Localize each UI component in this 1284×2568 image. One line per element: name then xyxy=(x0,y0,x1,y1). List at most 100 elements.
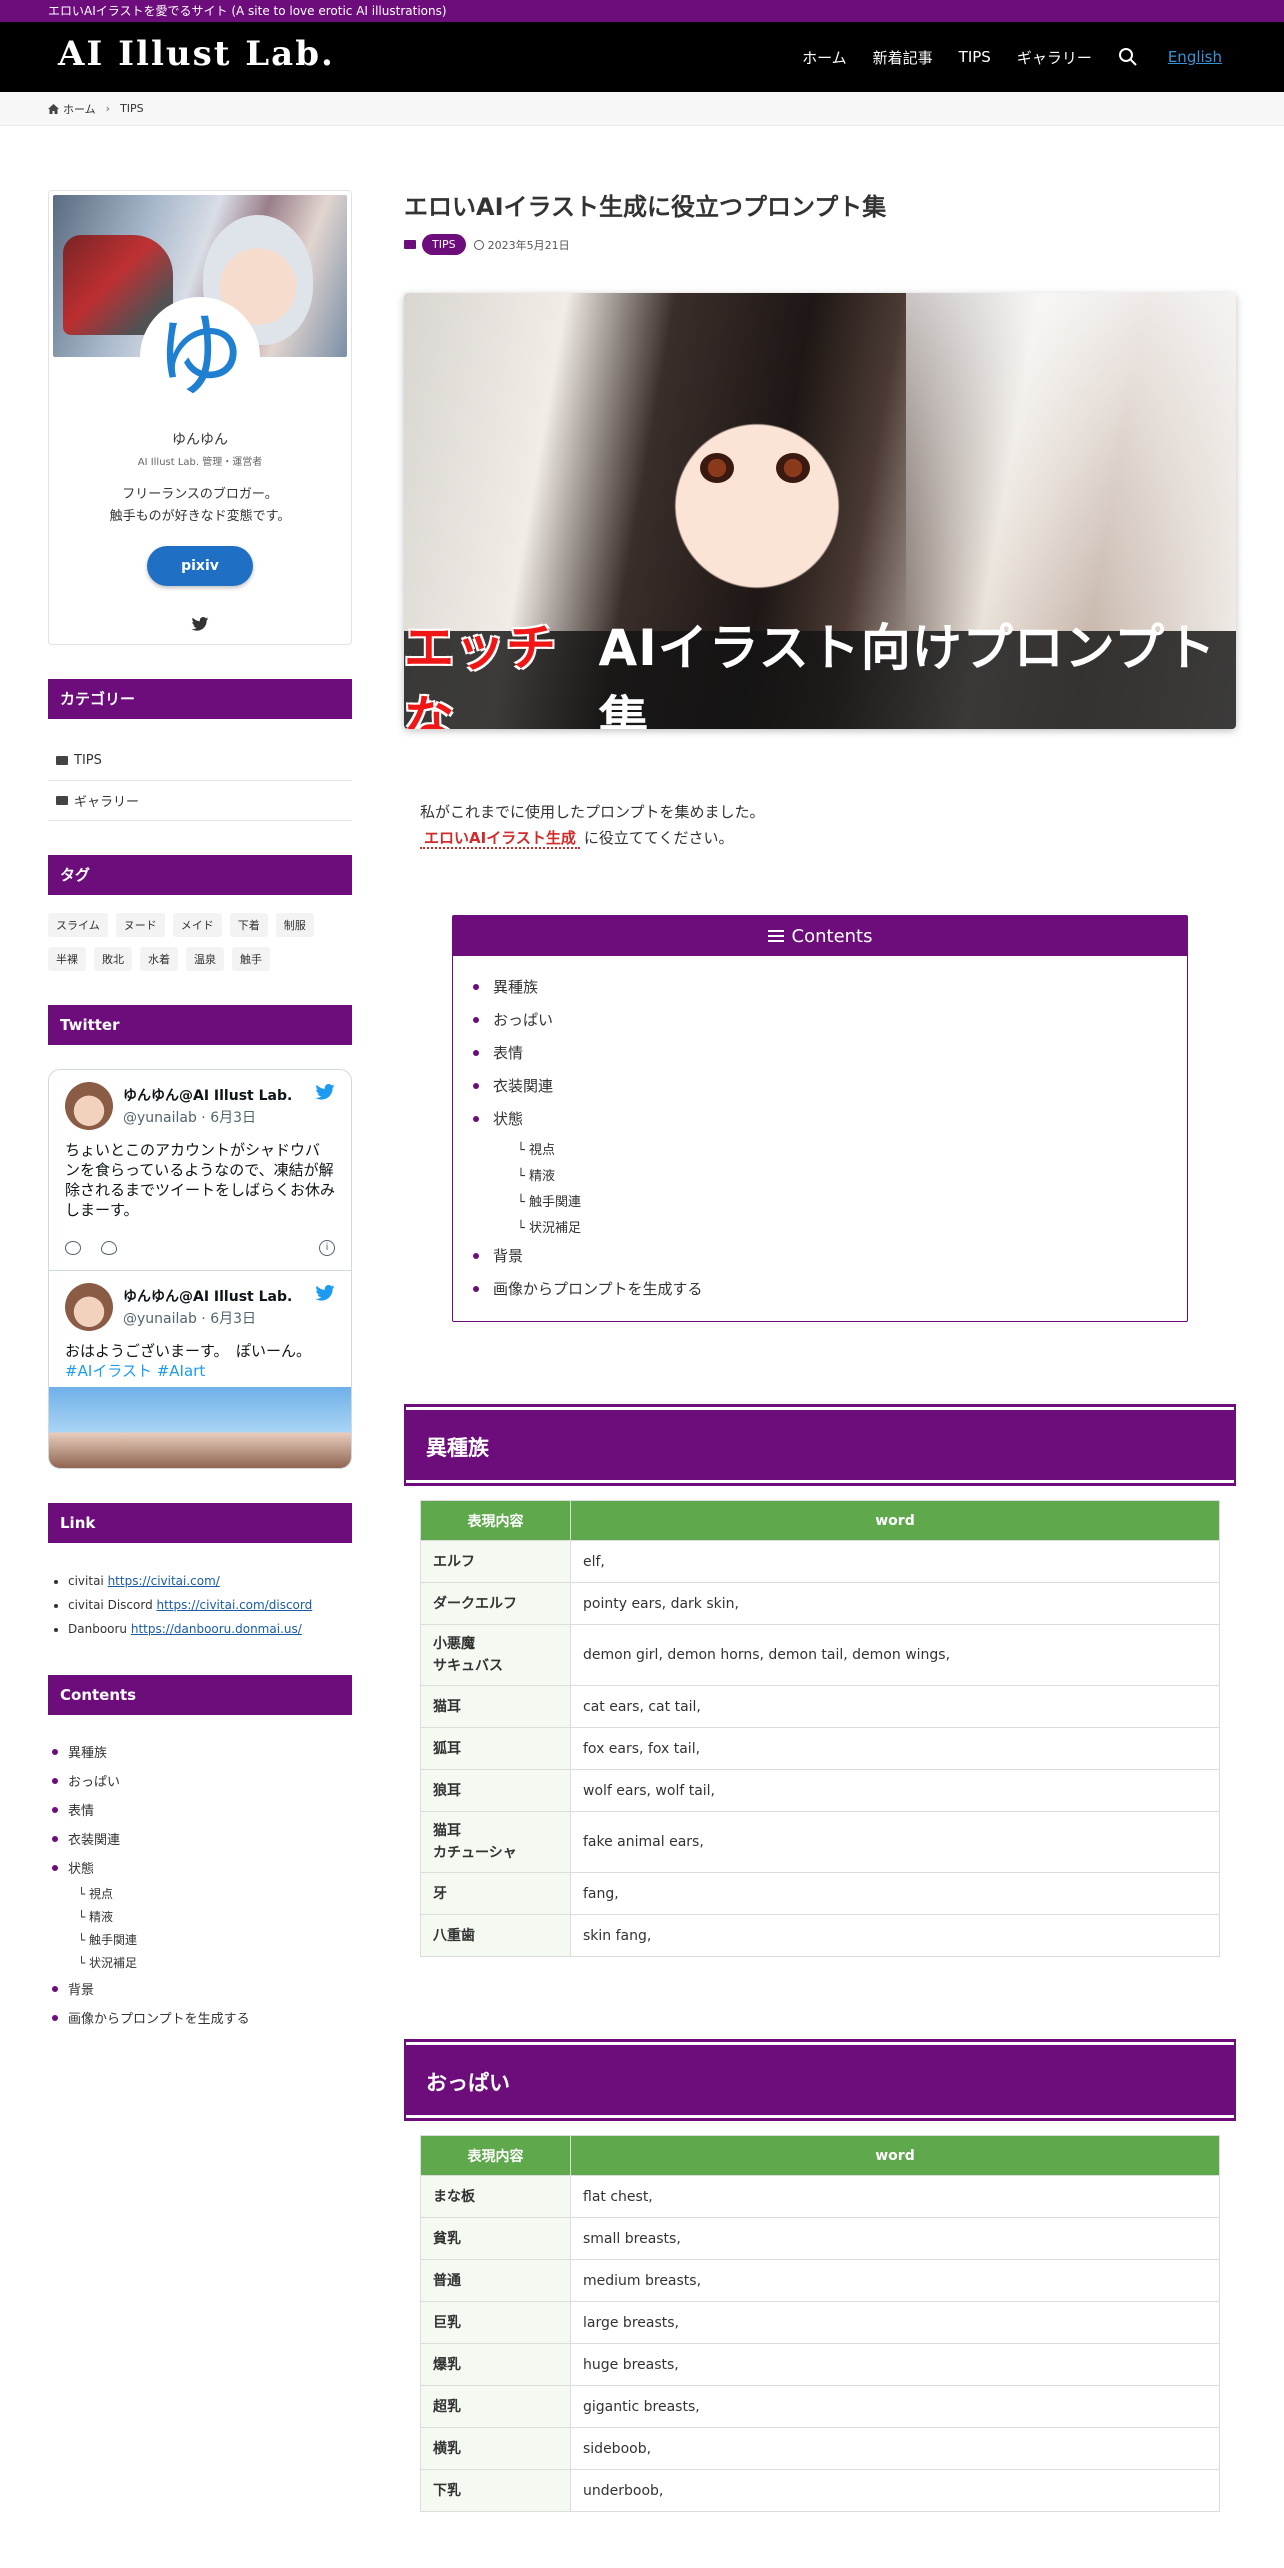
toc-subitem[interactable]: └ 精液 xyxy=(473,1161,1187,1187)
tweet[interactable]: ゆんゆん@AI Illust Lab. @yunailab · 6月3日 ちょい… xyxy=(49,1070,351,1271)
tag-link[interactable]: 制服 xyxy=(275,913,314,937)
nav-tips[interactable]: TIPS xyxy=(959,48,991,66)
table-row: 巨乳 large breasts, xyxy=(420,2301,1220,2344)
tweet-hashtags[interactable]: #AIイラスト #AIart xyxy=(65,1361,335,1381)
nav-home[interactable]: ホーム xyxy=(802,47,847,68)
expression-cell: エルフ xyxy=(420,1540,571,1583)
word-cell: gigantic breasts, xyxy=(570,2385,1220,2428)
tag-cloud: スライム ヌード メイド 下着 制服 半裸 敗北 水着 温泉 触手 xyxy=(48,913,352,981)
breadcrumb-home[interactable]: ホーム xyxy=(63,101,96,117)
side-toc-item[interactable]: 異種族 xyxy=(48,1737,352,1766)
twitter-bird-icon[interactable] xyxy=(191,616,209,631)
tag-link[interactable]: 温泉 xyxy=(186,947,224,971)
toc-header[interactable]: Contents xyxy=(453,916,1187,956)
category-item-tips[interactable]: TIPS xyxy=(48,741,352,781)
nav-gallery[interactable]: ギャラリー xyxy=(1017,47,1092,68)
post-title: エロいAIイラスト生成に役立つプロンプト集 xyxy=(404,193,887,221)
category-widget-title: カテゴリー xyxy=(48,679,352,719)
twitter-bird-icon[interactable] xyxy=(315,1285,335,1305)
tweet-image[interactable] xyxy=(49,1387,351,1468)
nav-new-posts[interactable]: 新着記事 xyxy=(873,47,933,68)
tweet-handle[interactable]: @yunailab · 6月3日 xyxy=(123,1308,292,1328)
tag-link[interactable]: ヌード xyxy=(115,913,165,937)
language-switch-link[interactable]: English xyxy=(1168,48,1222,66)
tweet-avatar[interactable] xyxy=(65,1082,113,1130)
breadcrumb-current[interactable]: TIPS xyxy=(120,102,144,115)
word-cell: large breasts, xyxy=(570,2301,1220,2344)
site-header: AI Illust Lab. ホーム 新着記事 TIPS ギャラリー Engli… xyxy=(0,22,1284,92)
twitter-timeline[interactable]: ゆんゆん@AI Illust Lab. @yunailab · 6月3日 ちょい… xyxy=(48,1069,352,1469)
site-tagline: エロいAIイラストを愛でるサイト (A site to love erotic … xyxy=(0,0,1284,22)
twitter-widget-title: Twitter xyxy=(48,1005,352,1045)
civitai-discord-link[interactable]: https://civitai.com/discord xyxy=(157,1598,313,1612)
tag-link[interactable]: 敗北 xyxy=(94,947,132,971)
side-toc-subitem[interactable]: └ 状況補足 xyxy=(48,1951,352,1974)
reply-icon[interactable] xyxy=(65,1241,81,1255)
tag-link[interactable]: メイド xyxy=(172,913,222,937)
side-toc-item[interactable]: 画像からプロンプトを生成する xyxy=(48,2003,352,2032)
side-toc-item[interactable]: おっぱい xyxy=(48,1766,352,1795)
tag-link[interactable]: 下着 xyxy=(229,913,268,937)
word-cell: fang, xyxy=(570,1872,1220,1915)
clock-icon xyxy=(473,239,484,250)
table-row: 八重歯 skin fang, xyxy=(420,1914,1220,1957)
folder-icon xyxy=(56,796,68,805)
category-badge[interactable]: TIPS xyxy=(422,234,466,255)
tag-link[interactable]: スライム xyxy=(48,913,108,937)
table-row: 狐耳 fox ears, fox tail, xyxy=(420,1727,1220,1770)
tweet-handle[interactable]: @yunailab · 6月3日 xyxy=(123,1107,292,1127)
category-item-gallery[interactable]: ギャラリー xyxy=(48,781,352,821)
side-toc-item[interactable]: 表情 xyxy=(48,1795,352,1824)
tag-link[interactable]: 半裸 xyxy=(48,947,86,971)
toc-item[interactable]: 背景 xyxy=(473,1239,1187,1272)
intro-text: 私がこれまでに使用したプロンプトを集めました。 エロいAIイラスト生成 に役立てて… xyxy=(420,803,765,849)
word-cell: elf, xyxy=(570,1540,1220,1583)
table-row: 牙 fang, xyxy=(420,1872,1220,1915)
sidebar: ゆ ゆんゆん AI Illust Lab. 管理・運営者 フリーランスのブロガー… xyxy=(48,190,352,2032)
toc-item[interactable]: 画像からプロンプトを生成する xyxy=(473,1272,1187,1305)
civitai-link[interactable]: https://civitai.com/ xyxy=(108,1574,220,1588)
expression-cell: ダークエルフ xyxy=(420,1582,571,1625)
toc-item[interactable]: おっぱい xyxy=(473,1003,1187,1036)
toc-item[interactable]: 異種族 xyxy=(473,970,1187,1003)
side-toc-item[interactable]: 状態 xyxy=(48,1853,352,1882)
word-cell: demon girl, demon horns, demon tail, dem… xyxy=(570,1624,1220,1686)
word-cell: fox ears, fox tail, xyxy=(570,1727,1220,1770)
profile-widget: ゆ ゆんゆん AI Illust Lab. 管理・運営者 フリーランスのブロガー… xyxy=(48,190,352,645)
toc-subitem[interactable]: └ 触手関連 xyxy=(473,1187,1187,1213)
table-header-row: 表現内容 word xyxy=(420,1500,1220,1541)
side-toc-item[interactable]: 衣装関連 xyxy=(48,1824,352,1853)
intro-link[interactable]: エロいAIイラスト生成 xyxy=(420,829,580,849)
pixiv-button[interactable]: pixiv xyxy=(147,546,253,586)
side-toc-subitem[interactable]: └ 視点 xyxy=(48,1882,352,1905)
tweet[interactable]: ゆんゆん@AI Illust Lab. @yunailab · 6月3日 おはよ… xyxy=(49,1271,351,1387)
twitter-bird-icon[interactable] xyxy=(315,1084,335,1104)
danbooru-link[interactable]: https://danbooru.donmai.us/ xyxy=(131,1622,302,1636)
side-toc-item[interactable]: 背景 xyxy=(48,1974,352,2003)
toc-item[interactable]: 状態 xyxy=(473,1102,1187,1135)
toc-item[interactable]: 表情 xyxy=(473,1036,1187,1069)
tweet-author-name[interactable]: ゆんゆん@AI Illust Lab. xyxy=(123,1085,292,1105)
tweet-text: おはようございまーす。 ぽいーん。 #AIイラスト #AIart xyxy=(65,1341,335,1381)
tweet-author-name[interactable]: ゆんゆん@AI Illust Lab. xyxy=(123,1286,292,1306)
info-icon[interactable]: i xyxy=(319,1240,335,1256)
expression-cell: 猫耳 xyxy=(420,1685,571,1728)
profile-name: ゆんゆん xyxy=(172,432,228,448)
toc-item[interactable]: 衣装関連 xyxy=(473,1069,1187,1102)
search-icon[interactable] xyxy=(1118,47,1138,67)
tweet-avatar[interactable] xyxy=(65,1283,113,1331)
expression-cell: 猫耳 カチューシャ xyxy=(420,1811,571,1873)
like-icon[interactable] xyxy=(101,1241,117,1255)
link-item: civitai https://civitai.com/ xyxy=(68,1569,352,1593)
table-header-cell: 表現内容 xyxy=(420,1500,571,1541)
tag-link[interactable]: 触手 xyxy=(232,947,270,971)
toc-subitem[interactable]: └ 状況補足 xyxy=(473,1213,1187,1239)
side-toc-subitem[interactable]: └ 触手関連 xyxy=(48,1928,352,1951)
list-icon xyxy=(767,930,784,942)
site-logo[interactable]: AI Illust Lab. xyxy=(58,34,335,74)
tag-link[interactable]: 水着 xyxy=(140,947,178,971)
toc-subitem[interactable]: └ 視点 xyxy=(473,1135,1187,1161)
table-header-cell: word xyxy=(570,2135,1220,2176)
side-toc-subitem[interactable]: └ 精液 xyxy=(48,1905,352,1928)
table-header-row: 表現内容 word xyxy=(420,2135,1220,2176)
